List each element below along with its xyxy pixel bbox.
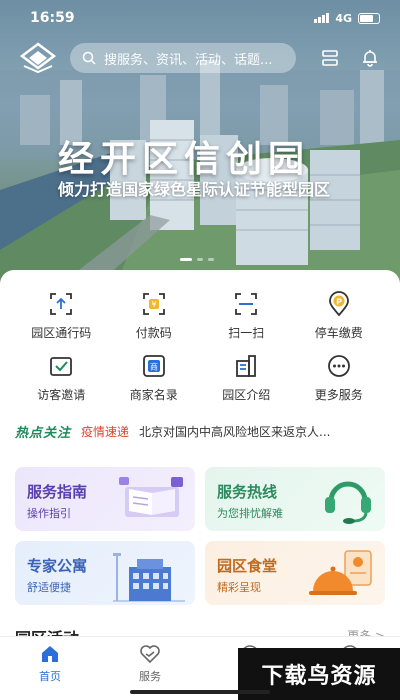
top-bar: 搜服务、资讯、活动、话题... <box>0 40 400 76</box>
service-icon <box>140 645 160 664</box>
notification-button[interactable] <box>358 46 382 70</box>
service-label: 停车缴费 <box>314 326 363 340</box>
home-indicator <box>130 690 270 694</box>
bell-icon <box>363 50 377 67</box>
service-label: 园区通行码 <box>31 326 92 340</box>
search-placeholder: 搜服务、资讯、活动、话题... <box>104 52 273 68</box>
service-grid: 园区通行码 ¥ 付款码 扫一扫 P 停车缴费 访客邀请 商 商家名录 园区介绍 … <box>15 290 385 404</box>
scan-menu-button[interactable] <box>318 46 342 70</box>
payment-code-icon: ¥ <box>140 290 168 318</box>
card-service-hotline[interactable]: 服务热线 为您排忧解难 <box>205 467 385 531</box>
visitor-invite-icon <box>47 352 75 380</box>
service-label: 园区介绍 <box>222 388 271 402</box>
book-icon <box>119 477 183 517</box>
tab-label: 服务 <box>139 670 161 683</box>
more-icon <box>325 352 353 380</box>
network-type: 4G <box>335 11 352 25</box>
headset-icon <box>325 481 371 524</box>
card-title: 专家公寓 <box>27 557 88 575</box>
feature-cards: 服务指南 操作指引 服务热线 为您排忧解难 专家公寓 舒适便捷 园区食堂 精彩呈… <box>15 467 385 605</box>
service-label: 付款码 <box>135 326 172 340</box>
battery-icon <box>358 12 380 24</box>
signal-icon <box>314 13 330 23</box>
app-logo-icon <box>20 42 56 74</box>
service-label: 更多服务 <box>314 388 363 402</box>
card-expert-apartment[interactable]: 专家公寓 舒适便捷 <box>15 541 195 605</box>
tab-home[interactable]: 首页 <box>0 637 100 700</box>
card-subtitle: 为您排忧解难 <box>217 507 283 520</box>
service-label: 访客邀请 <box>37 388 86 402</box>
news-heading: 热点关注 <box>15 425 72 441</box>
home-icon <box>42 646 58 662</box>
card-subtitle: 操作指引 <box>27 507 71 520</box>
news-tag: 疫情速递 <box>81 424 130 439</box>
hero-title: 经开区信创园 <box>58 139 311 180</box>
card-service-guide[interactable]: 服务指南 操作指引 <box>15 467 195 531</box>
food-icon <box>309 550 372 595</box>
news-ticker[interactable]: 热点关注 疫情速递 北京对国内中高风险地区来返京人... <box>15 416 385 446</box>
service-parking[interactable]: P 停车缴费 <box>293 290 386 342</box>
service-label: 商家名录 <box>129 388 178 402</box>
search-icon <box>82 51 96 65</box>
carousel-indicator <box>180 258 214 261</box>
card-title: 服务指南 <box>27 483 88 501</box>
park-intro-icon <box>232 352 260 380</box>
building-icon <box>113 553 185 602</box>
card-title: 园区食堂 <box>217 557 278 575</box>
svg-text:商: 商 <box>150 362 158 372</box>
search-bar[interactable]: 搜服务、资讯、活动、话题... <box>70 43 296 73</box>
service-visitor-invite[interactable]: 访客邀请 <box>15 352 108 404</box>
card-park-canteen[interactable]: 园区食堂 精彩呈现 <box>205 541 385 605</box>
hero-banner[interactable]: 16:59 4G 搜服务、资讯、活动、话题... 经开区信创园 倾力打造国家绿色… <box>0 0 400 300</box>
svg-text:¥: ¥ <box>151 300 156 309</box>
status-bar: 16:59 4G <box>0 0 400 36</box>
scan-icon <box>232 290 260 318</box>
upload-scan-icon <box>47 290 75 318</box>
service-payment-code[interactable]: ¥ 付款码 <box>108 290 201 342</box>
news-text: 北京对国内中高风险地区来返京人... <box>139 424 331 439</box>
merchant-icon: 商 <box>140 352 168 380</box>
parking-icon: P <box>325 290 353 318</box>
watermark-text: 下载鸟资源 <box>261 664 377 689</box>
tab-label: 首页 <box>39 670 61 683</box>
list-icon <box>322 50 338 66</box>
service-park-pass[interactable]: 园区通行码 <box>15 290 108 342</box>
service-more[interactable]: 更多服务 <box>293 352 386 404</box>
service-label: 扫一扫 <box>228 326 265 340</box>
service-park-intro[interactable]: 园区介绍 <box>200 352 293 404</box>
card-subtitle: 舒适便捷 <box>27 581 71 594</box>
service-scan[interactable]: 扫一扫 <box>200 290 293 342</box>
svg-text:P: P <box>336 298 342 307</box>
card-title: 服务热线 <box>217 483 278 501</box>
status-time: 16:59 <box>30 10 75 26</box>
hero-subtitle: 倾力打造国家绿色星际认证节能型园区 <box>58 180 331 199</box>
card-subtitle: 精彩呈现 <box>217 581 261 594</box>
service-merchant-list[interactable]: 商 商家名录 <box>108 352 201 404</box>
